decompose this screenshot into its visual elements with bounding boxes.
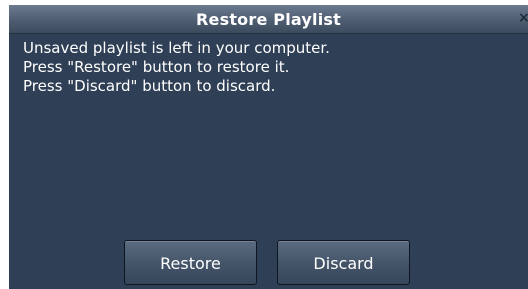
close-icon[interactable]: ×: [518, 11, 528, 25]
restore-playlist-dialog: Restore Playlist × Unsaved playlist is l…: [9, 5, 528, 289]
message-line: Press "Restore" button to restore it.: [23, 58, 290, 76]
message-line: Unsaved playlist is left in your compute…: [23, 39, 330, 57]
message-line: Press "Discard" button to discard.: [23, 77, 276, 95]
dialog-message: Unsaved playlist is left in your compute…: [23, 39, 514, 96]
dialog-title: Restore Playlist: [196, 10, 341, 29]
dialog-title-bar: Restore Playlist ×: [9, 5, 528, 34]
discard-button[interactable]: Discard: [277, 240, 410, 285]
restore-button[interactable]: Restore: [124, 240, 257, 285]
